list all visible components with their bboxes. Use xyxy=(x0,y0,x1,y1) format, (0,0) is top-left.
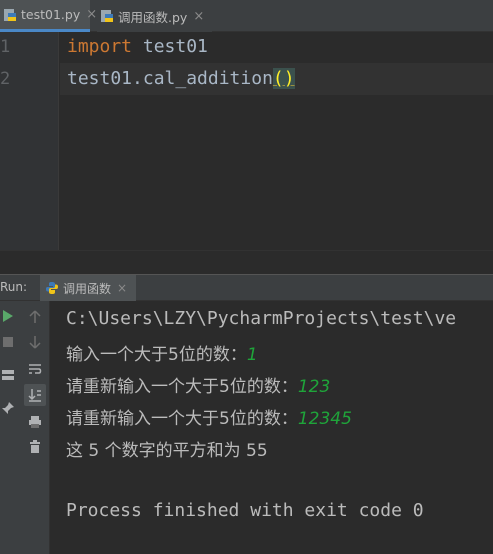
down-arrow-icon[interactable] xyxy=(24,331,46,353)
console-line: C:\Users\LZY\PycharmProjects\test\ve xyxy=(66,308,457,329)
tab-label: 调用函数.py xyxy=(118,9,188,25)
tab-label: test01.py xyxy=(21,7,81,22)
run-icon[interactable] xyxy=(0,305,19,327)
up-arrow-icon[interactable] xyxy=(24,306,46,328)
python-file-icon xyxy=(101,10,113,22)
close-icon[interactable]: × xyxy=(193,9,204,24)
console-line: 输入一个大于5位的数：1 xyxy=(66,340,258,365)
code-line[interactable]: import test01 xyxy=(67,36,208,57)
editor-tab-bar: test01.py × 调用函数.py × xyxy=(0,0,493,32)
run-label: Run: xyxy=(0,280,28,294)
close-icon[interactable]: × xyxy=(117,281,127,295)
run-config-tab[interactable]: 调用函数 × xyxy=(40,275,136,301)
run-secondary-toolbar xyxy=(20,301,50,554)
layout-icon[interactable] xyxy=(0,364,19,386)
close-icon[interactable]: × xyxy=(86,7,97,22)
console-line: Process finished with exit code 0 xyxy=(66,500,424,521)
code-line[interactable]: test01.cal_addition() xyxy=(67,68,295,89)
console-prompt: 请重新输入一个大于5位的数： xyxy=(66,377,298,397)
pin-icon[interactable] xyxy=(0,397,19,419)
matched-parentheses: () xyxy=(272,68,295,89)
tab-call-function[interactable]: 调用函数.py × xyxy=(97,0,212,32)
call-expression: test01.cal_addition xyxy=(67,68,273,89)
soft-wrap-icon[interactable] xyxy=(24,358,46,380)
console-user-input: 123 xyxy=(297,377,331,397)
trash-icon[interactable] xyxy=(24,436,46,458)
console-line: 请重新输入一个大于5位的数：12345 xyxy=(66,404,352,429)
tab-test01[interactable]: test01.py × xyxy=(0,0,97,32)
run-tool-window-header: Run: 调用函数 × xyxy=(0,274,493,301)
console-user-input: 1 xyxy=(246,345,258,365)
run-config-label: 调用函数 xyxy=(63,281,112,296)
stop-icon[interactable] xyxy=(0,331,19,353)
code-editor[interactable]: import test01 test01.cal_addition() xyxy=(60,32,493,250)
console-line: 这 5 个数字的平方和为 55 xyxy=(66,441,268,461)
console-user-input: 12345 xyxy=(297,409,352,429)
console-line: 请重新输入一个大于5位的数：123 xyxy=(66,372,330,397)
panel-separator xyxy=(0,250,493,274)
print-icon[interactable] xyxy=(24,411,46,433)
run-console[interactable]: C:\Users\LZY\PycharmProjects\test\ve 输入一… xyxy=(51,301,493,554)
line-number-gutter: 1 2 xyxy=(0,32,59,250)
keyword: import xyxy=(67,36,133,57)
python-file-icon xyxy=(4,8,16,21)
line-number: 2 xyxy=(0,69,11,89)
console-prompt: 输入一个大于5位的数： xyxy=(66,345,247,365)
console-prompt: 请重新输入一个大于5位的数： xyxy=(66,409,298,429)
module-name: test01 xyxy=(132,36,208,57)
scroll-to-end-icon[interactable] xyxy=(24,384,46,406)
python-icon xyxy=(46,282,58,294)
line-number: 1 xyxy=(0,37,11,57)
run-primary-toolbar xyxy=(0,301,20,554)
